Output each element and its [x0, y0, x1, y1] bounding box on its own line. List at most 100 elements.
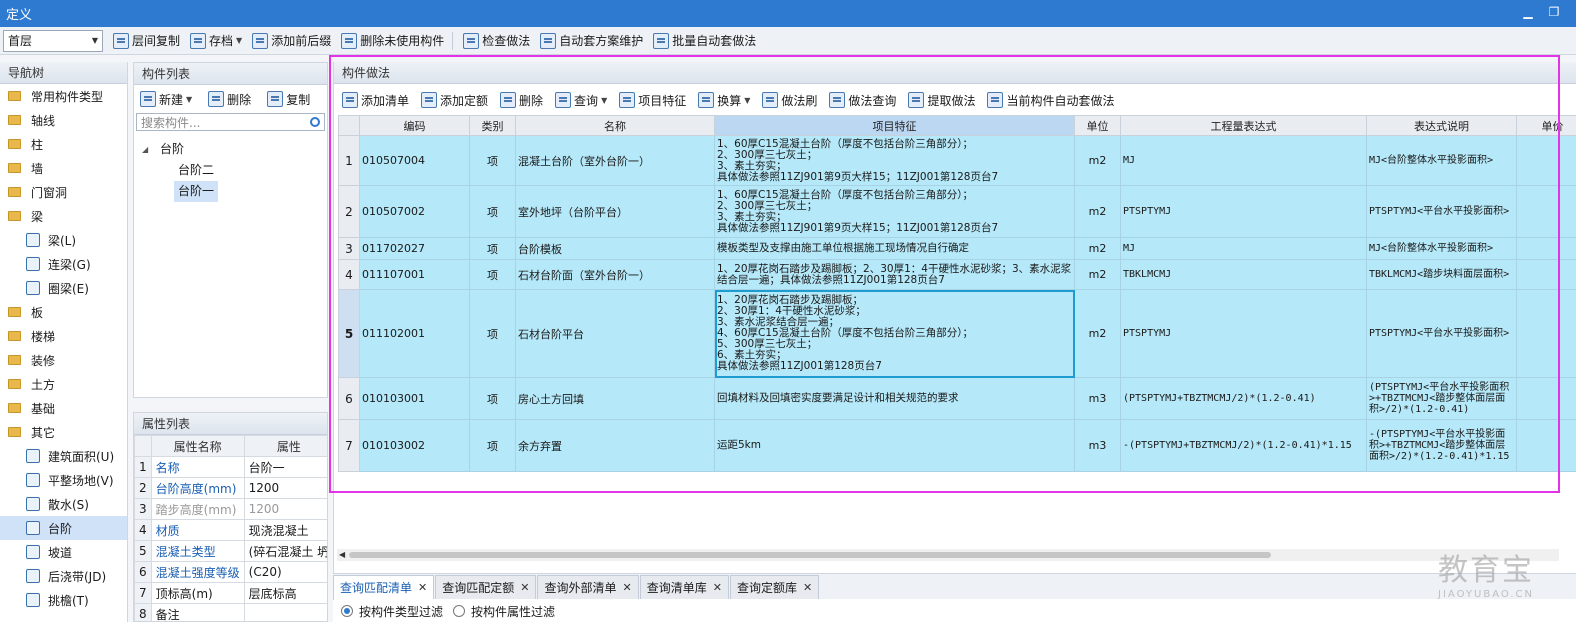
cell-expression[interactable]: -(PTSPTYMJ+TBZTMCMJ/2)*(1.2-0.41)*1.15 [1120, 419, 1367, 472]
property-value[interactable]: 台阶一 [243, 456, 327, 478]
cell-category[interactable]: 项 [469, 259, 516, 290]
nav-item[interactable]: 台阶 [0, 516, 127, 540]
nav-item[interactable]: 墙 [0, 156, 127, 180]
cell-unit[interactable]: m3 [1074, 419, 1121, 472]
item-feature-button[interactable]: 项目特征 [619, 89, 686, 111]
nav-item[interactable]: 柱 [0, 132, 127, 156]
property-value[interactable] [243, 603, 327, 621]
filter-by-type[interactable]: 按构件类型过滤 [341, 603, 443, 620]
nav-item[interactable]: 基础 [0, 396, 127, 420]
close-icon[interactable]: ✕ [803, 581, 812, 594]
property-value[interactable]: 1200 [243, 477, 327, 499]
table-row[interactable]: 4 011107001 项石材台阶面（室外台阶一） 1、20厚花岗石踏步及踢脚板；2、… [338, 259, 1576, 290]
bottom-tab[interactable]: 查询外部清单 ✕ [537, 575, 639, 599]
tree-node-child-selected[interactable]: 台阶一 [142, 181, 327, 202]
grid-header-code[interactable]: 编码 [359, 115, 470, 136]
save-button[interactable]: 存档 ▼ [190, 30, 242, 52]
bottom-tab[interactable]: 查询定额库 ✕ [729, 575, 820, 599]
cell-name[interactable]: 石材台阶面（室外台阶一） [515, 259, 715, 290]
close-icon[interactable]: ✕ [622, 581, 631, 594]
cell-feature[interactable]: 1、60厚C15混凝土台阶（厚度不包括台阶三角部分）； 2、300厚三七灰土； … [714, 135, 1075, 186]
cell-expression[interactable]: MJ [1120, 135, 1367, 186]
cell-category[interactable]: 项 [469, 377, 516, 420]
property-value[interactable]: 1200 [243, 498, 327, 520]
grid-header-feature[interactable]: 项目特征 [714, 115, 1075, 136]
close-icon[interactable]: ✕ [520, 581, 529, 594]
row-index[interactable]: 3 [338, 237, 360, 260]
nav-item[interactable]: 轴线 [0, 108, 127, 132]
floor-select[interactable]: 首层 ▼ [3, 29, 103, 52]
property-row[interactable]: 1 名称 台阶一 [134, 456, 327, 478]
cell-name[interactable]: 余方弃置 [515, 419, 715, 472]
cell-feature[interactable]: 回填材料及回填密实度要满足设计和相关规范的要求 [714, 377, 1075, 420]
cell-feature[interactable]: 模板类型及支撑由施工单位根据施工现场情况自行确定 [714, 237, 1075, 260]
nav-item[interactable]: 建筑面积(U) [0, 444, 127, 468]
nav-item[interactable]: 楼梯 [0, 324, 127, 348]
close-icon[interactable]: ✕ [418, 581, 427, 594]
delete-unused-button[interactable]: 删除未使用构件 [341, 30, 444, 52]
search-input[interactable]: 搜索构件... [136, 113, 325, 131]
row-index[interactable]: 6 [338, 377, 360, 420]
property-value[interactable]: 现浇混凝土 [243, 519, 327, 541]
bottom-tab[interactable]: 查询匹配清单 ✕ [333, 575, 435, 599]
restore-icon[interactable]: ❐ [1546, 4, 1562, 20]
table-row[interactable]: 1 010507004 项混凝土台阶（室外台阶一） 1、60厚C15混凝土台阶（厚度不… [338, 135, 1576, 186]
cell-description[interactable]: (PTSPTYMJ<平台水平投影面积>+TBZTMCMJ<踏步整体面层面积>/2… [1366, 377, 1517, 420]
auto-apply-button[interactable]: 当前构件自动套做法 [987, 89, 1114, 111]
nav-item[interactable]: 梁(L) [0, 228, 127, 252]
scrollbar-thumb[interactable] [349, 552, 1271, 558]
batch-auto-button[interactable]: 批量自动套做法 [653, 30, 756, 52]
nav-item[interactable]: 后浇带(JD) [0, 564, 127, 588]
property-row[interactable]: 6 混凝土强度等级 (C20) [134, 561, 327, 583]
nav-item[interactable]: 散水(S) [0, 492, 127, 516]
cell-description[interactable]: MJ<台阶整体水平投影面积> [1366, 135, 1517, 186]
cell-price[interactable] [1516, 259, 1576, 290]
nav-item[interactable]: 挑檐(T) [0, 588, 127, 612]
cell-price[interactable] [1516, 289, 1576, 378]
delete-component-button[interactable]: 删除 [208, 88, 251, 110]
cell-price[interactable] [1516, 135, 1576, 186]
nav-item[interactable]: 其它 [0, 420, 127, 444]
cell-unit[interactable]: m2 [1074, 259, 1121, 290]
grid-header-unit[interactable]: 单位 [1074, 115, 1121, 136]
cell-feature[interactable]: 1、20厚花岗石踏步及踢脚板； 2、30厚1：4干硬性水泥砂浆； 3、素水泥浆结… [714, 289, 1075, 378]
nav-item[interactable]: 土方 [0, 372, 127, 396]
cell-description[interactable]: PTSPTYMJ<平台水平投影面积> [1366, 289, 1517, 378]
property-value[interactable]: (C20) [243, 561, 327, 583]
cell-expression[interactable]: TBKLMCMJ [1120, 259, 1367, 290]
close-icon[interactable]: ✕ [713, 581, 722, 594]
row-index[interactable]: 2 [338, 185, 360, 238]
table-row[interactable]: 3 011702027 项台阶模板 模板类型及支撑由施工单位根据施工现场情况自行确定 m… [338, 237, 1576, 260]
tree-node-root[interactable]: ◢ 台阶 [142, 139, 327, 160]
auto-scheme-button[interactable]: 自动套方案维护 [540, 30, 643, 52]
property-row[interactable]: 7 顶标高(m) 层底标高 [134, 582, 327, 604]
nav-item[interactable]: 装修 [0, 348, 127, 372]
radio-unchecked-icon[interactable] [453, 605, 466, 617]
nav-item[interactable]: 坡道 [0, 540, 127, 564]
method-query-button[interactable]: 做法查询 [829, 89, 896, 111]
cell-code[interactable]: 010103002 [359, 419, 470, 472]
check-method-button[interactable]: 检查做法 [463, 30, 530, 52]
cell-description[interactable]: PTSPTYMJ<平台水平投影面积> [1366, 185, 1517, 238]
property-row[interactable]: 2 台阶高度(mm) 1200 [134, 477, 327, 499]
delete-method-button[interactable]: 删除 [500, 89, 543, 111]
cell-expression[interactable]: (PTSPTYMJ+TBZTMCMJ/2)*(1.2-0.41) [1120, 377, 1367, 420]
cell-category[interactable]: 项 [469, 185, 516, 238]
table-row[interactable]: 5 011102001 项石材台阶平台 1、20厚花岗石踏步及踢脚板； 2、30厚1：… [338, 289, 1576, 378]
cell-unit[interactable]: m2 [1074, 289, 1121, 378]
horizontal-scrollbar[interactable]: ◀ [337, 549, 1559, 561]
grid-header-name[interactable]: 名称 [515, 115, 715, 136]
cell-code[interactable]: 011702027 [359, 237, 470, 260]
scroll-left-icon[interactable]: ◀ [339, 550, 345, 559]
cell-category[interactable]: 项 [469, 289, 516, 378]
nav-item[interactable]: 门窗洞 [0, 180, 127, 204]
cell-name[interactable]: 室外地坪（台阶平台） [515, 185, 715, 238]
cell-feature[interactable]: 1、20厚花岗石踏步及踢脚板；2、30厚1：4干硬性水泥砂浆；3、素水泥浆结合层… [714, 259, 1075, 290]
cell-price[interactable] [1516, 377, 1576, 420]
cell-name[interactable]: 混凝土台阶（室外台阶一） [515, 135, 715, 186]
property-value[interactable]: 层底标高 [243, 582, 327, 604]
collapse-icon[interactable]: ◢ [142, 139, 156, 160]
bottom-tab[interactable]: 查询清单库 ✕ [639, 575, 729, 599]
nav-item[interactable]: 连梁(G) [0, 252, 127, 276]
property-row[interactable]: 4 材质 现浇混凝土 [134, 519, 327, 541]
